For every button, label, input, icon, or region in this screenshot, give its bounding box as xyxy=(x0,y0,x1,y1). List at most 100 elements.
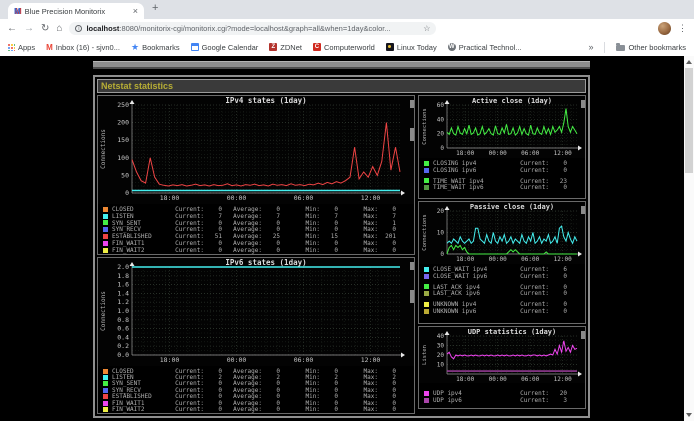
svg-text:0: 0 xyxy=(440,145,444,152)
legend-stat-value: 0 xyxy=(320,247,338,254)
legend-swatch xyxy=(103,248,108,253)
legend-row: FIN_WAIT2Current:0Average:0Min:0Max:0 xyxy=(103,406,408,412)
bookmark-star-icon[interactable]: ☆ xyxy=(423,24,430,33)
scroll-up-icon[interactable] xyxy=(686,60,692,64)
bookmark-linux-today[interactable]: Linux Today xyxy=(386,43,437,52)
legend-stat-label: Current: xyxy=(503,273,549,280)
svg-text:Connections: Connections xyxy=(422,108,428,144)
tab-close-icon[interactable]: × xyxy=(133,6,138,16)
legend-swatch xyxy=(103,207,108,212)
legend-swatch xyxy=(424,274,429,279)
svg-text:00:00: 00:00 xyxy=(489,150,507,157)
other-bookmarks-button[interactable]: Other bookmarks xyxy=(616,43,686,52)
chart-panel-ipv4-states: 05010015020025018:0000:0006:0012:00IPv4 … xyxy=(97,95,415,255)
legend-stat-value: 0 xyxy=(204,406,222,413)
legend-stat-value: 0 xyxy=(204,247,222,254)
svg-text:200: 200 xyxy=(117,119,129,127)
back-icon[interactable]: ← xyxy=(7,24,17,34)
bookmark-practical-technology[interactable]: WPractical Technol... xyxy=(448,43,522,52)
svg-text:1.8: 1.8 xyxy=(117,272,129,280)
svg-text:0.0: 0.0 xyxy=(117,351,129,359)
page-info-icon[interactable]: i xyxy=(75,25,82,32)
left-column: 05010015020025018:0000:0006:0012:00IPv4 … xyxy=(97,95,415,414)
menu-kebab-icon[interactable]: ⋮ xyxy=(678,23,687,34)
svg-text:18:00: 18:00 xyxy=(456,376,474,383)
bookmarks-overflow-icon[interactable]: » xyxy=(588,42,593,52)
svg-text:00:00: 00:00 xyxy=(489,376,507,383)
legend-stat-value: 0 xyxy=(549,308,567,315)
legend-stat-label: Max: xyxy=(338,247,378,254)
svg-text:00:00: 00:00 xyxy=(227,194,247,202)
bookmarks-bar: Apps MInbox (16) - sjvn0... ★Bookmarks G… xyxy=(0,38,694,56)
scroll-down-icon[interactable] xyxy=(686,413,692,417)
gmail-icon: M xyxy=(46,43,53,52)
bookmark-computerworld[interactable]: CComputerworld xyxy=(313,43,375,52)
netstat-section: Netstat statistics 05010015020025018:000… xyxy=(93,75,590,418)
legend-stat-value: 0 xyxy=(549,273,567,280)
home-icon[interactable]: ⌂ xyxy=(56,24,62,34)
legend-active-close: CLOSING ipv4Current:0CLOSING ipv6Current… xyxy=(424,160,579,191)
svg-text:Listen: Listen xyxy=(422,345,428,365)
svg-text:Connections: Connections xyxy=(100,129,107,169)
svg-text:18:00: 18:00 xyxy=(456,256,474,263)
bookmark-zdnet[interactable]: ZZDNet xyxy=(269,43,302,52)
legend-row: CLOSE_WAIT ipv6Current:0 xyxy=(424,273,579,280)
svg-text:00:00: 00:00 xyxy=(227,356,247,364)
legend-swatch xyxy=(424,178,429,183)
url-host: localhost xyxy=(86,24,119,33)
folder-icon xyxy=(616,45,625,51)
svg-text:12:00: 12:00 xyxy=(361,194,381,202)
legend-swatch xyxy=(424,302,429,307)
scrollbar-thumb[interactable] xyxy=(685,68,693,173)
legend-stat-value: 0 xyxy=(549,184,567,191)
legend-swatch xyxy=(424,267,429,272)
legend-swatch xyxy=(103,220,108,225)
reload-icon[interactable]: ↻ xyxy=(41,24,49,34)
svg-text:Active close (1day): Active close (1day) xyxy=(472,97,552,105)
legend-stat-label: Current: xyxy=(503,290,549,297)
browser-toolbar: ← → ↻ ⌂ i localhost:8080/monitorix-cgi/m… xyxy=(0,19,694,38)
legend-label: UNKNOWN ipv6 xyxy=(433,308,503,315)
legend-swatch xyxy=(424,391,429,396)
legend-stat-value: 0 xyxy=(549,167,567,174)
legend-label: FIN_WAIT2 xyxy=(112,247,164,254)
bookmark-inbox[interactable]: MInbox (16) - sjvn0... xyxy=(46,43,120,52)
svg-text:06:00: 06:00 xyxy=(521,376,539,383)
legend-swatch xyxy=(424,185,429,190)
forward-icon[interactable]: → xyxy=(24,24,34,34)
address-bar[interactable]: i localhost:8080/monitorix-cgi/monitorix… xyxy=(69,22,436,35)
wordpress-icon: W xyxy=(448,43,456,51)
legend-swatch xyxy=(103,388,108,393)
legend-swatch xyxy=(103,394,108,399)
svg-text:20: 20 xyxy=(437,131,445,138)
svg-text:0.6: 0.6 xyxy=(117,325,129,333)
new-tab-button[interactable]: + xyxy=(152,2,158,14)
legend-stat-value: 0 xyxy=(549,290,567,297)
legend-label: CLOSE_WAIT ipv6 xyxy=(433,273,503,280)
svg-text:10: 10 xyxy=(437,362,445,369)
svg-text:150: 150 xyxy=(117,136,129,144)
chart-panel-ipv6-states: 0.00.20.40.60.81.01.21.41.61.82.018:0000… xyxy=(97,257,415,414)
legend-swatch xyxy=(424,398,429,403)
svg-text:0: 0 xyxy=(125,189,129,197)
apps-grid-icon xyxy=(8,44,15,51)
svg-text:06:00: 06:00 xyxy=(521,150,539,157)
svg-text:Connections: Connections xyxy=(422,214,428,250)
bookmark-google-calendar[interactable]: Google Calendar xyxy=(191,43,259,52)
monitorix-page: Netstat statistics 05010015020025018:000… xyxy=(0,56,694,421)
legend-stat-value: 0 xyxy=(378,406,396,413)
linux-today-icon xyxy=(386,43,394,51)
legend-row: TIME_WAIT ipv6Current:0 xyxy=(424,184,579,191)
svg-text:12:00: 12:00 xyxy=(554,150,572,157)
browser-tab[interactable]: M Blue Precision Monitorix × xyxy=(8,3,144,19)
page-scrollbar[interactable] xyxy=(684,56,694,421)
legend-stat-value: 0 xyxy=(320,406,338,413)
bookmark-apps[interactable]: Apps xyxy=(8,43,35,52)
chart-svg: 0102018:0000:0006:0012:00Passive close (… xyxy=(419,202,585,264)
svg-text:1.4: 1.4 xyxy=(117,289,129,297)
url-text[interactable]: localhost:8080/monitorix-cgi/monitorix.c… xyxy=(86,24,419,33)
profile-avatar[interactable] xyxy=(658,22,671,35)
section-title: Netstat statistics xyxy=(97,79,586,93)
bookmark-bookmarks[interactable]: ★Bookmarks xyxy=(131,43,180,52)
legend-stat-value: 0 xyxy=(262,247,280,254)
